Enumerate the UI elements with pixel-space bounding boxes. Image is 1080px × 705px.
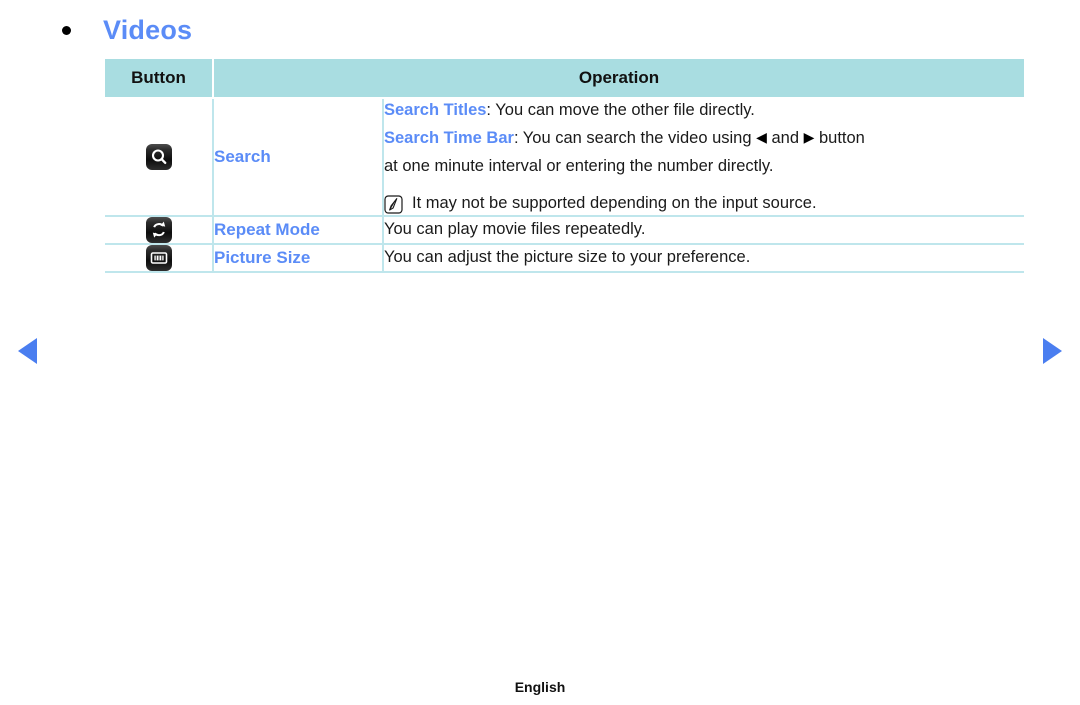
function-name-picture-size: Picture Size [213,243,384,273]
search-key-icon [145,143,172,170]
operation-rest: You can play movie files repeatedly. [384,219,646,238]
picture-size-key-icon [145,244,172,271]
table-header-row: Button Operation [105,59,1025,99]
column-header-operation: Operation [213,59,1025,99]
button-icon-cell [105,243,214,273]
operation-rest: : You can search the video using [513,128,757,147]
operation-line: You can play movie files repeatedly. [384,218,1024,242]
operation-line: Search Titles: You can move the other fi… [384,99,1024,123]
operation-line: Search Time Bar: You can search the vide… [384,127,1024,151]
page-title: Videos [62,12,192,48]
function-name-search: Search [213,98,384,217]
note-memo-icon [384,195,403,214]
operation-description-repeat-mode: You can play movie files repeatedly. [383,215,1025,245]
operation-description-search: Search Titles: You can move the other fi… [383,98,1025,217]
column-header-button: Button [105,59,214,99]
operation-lead: Search Time Bar [384,128,514,147]
repeat-key-icon [145,216,172,243]
bullet-dot-icon [62,25,71,35]
page-title-label: Videos [103,14,193,45]
arrow-right-icon: ▶ [803,128,815,145]
button-icon-cell [105,215,214,245]
operation-mid: and [766,128,804,147]
operation-description-picture-size: You can adjust the picture size to your … [383,243,1025,273]
table-row: Search Search Titles: You can move the o… [105,98,1025,217]
previous-page-arrow[interactable] [18,338,37,364]
operation-rest: You can adjust the picture size to your … [384,247,751,266]
operation-lead: Search Titles [384,101,487,119]
note-text: It may not be supported depending on the… [412,193,817,212]
next-page-arrow[interactable] [1043,338,1062,364]
operation-rest: at one minute interval or entering the n… [384,156,774,175]
arrow-left-icon: ◀ [756,128,767,145]
note-callout: It may not be supported depending on the… [384,192,1024,215]
button-icon-cell [105,98,214,217]
table-row: Picture Size You can adjust the picture … [105,243,1025,273]
operation-tail: button [814,128,865,147]
button-operation-table: Button Operation Search Search Titles: Y… [105,59,1025,273]
operation-rest: : You can move the other file directly. [486,101,755,119]
operation-line: You can adjust the picture size to your … [384,246,1024,270]
function-name-repeat-mode: Repeat Mode [213,215,384,245]
operation-line: at one minute interval or entering the n… [384,155,1024,179]
footer-language-label: English [514,679,566,695]
table-row: Repeat Mode You can play movie files rep… [105,215,1025,245]
